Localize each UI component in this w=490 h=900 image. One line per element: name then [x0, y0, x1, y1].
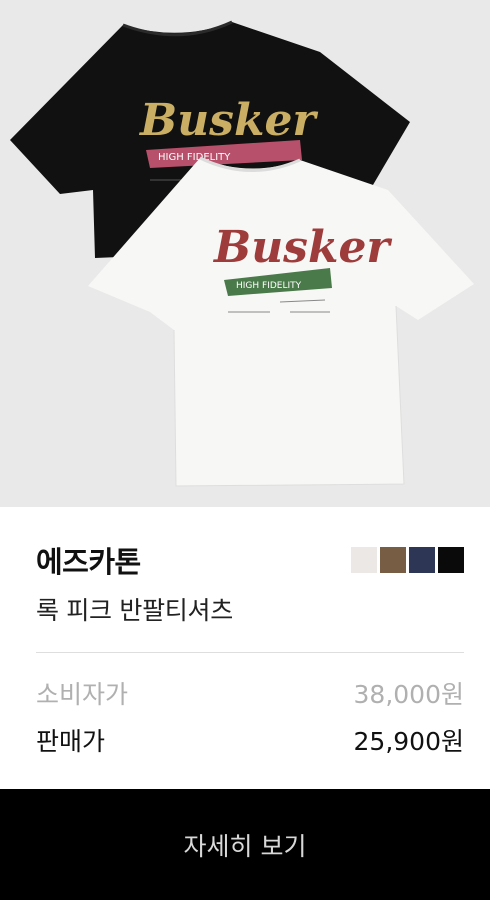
view-details-button[interactable]: 자세히 보기: [0, 789, 490, 900]
color-swatch-brown[interactable]: [380, 547, 406, 573]
color-swatch-navy[interactable]: [409, 547, 435, 573]
color-swatch-ivory[interactable]: [351, 547, 377, 573]
msrp-price: 38,000원: [353, 680, 464, 709]
product-info: 에즈카톤 록 피크 반팔티셔츠 소비자가 38,000원 판매가 25,900원: [0, 507, 490, 789]
product-name[interactable]: 록 피크 반팔티셔츠: [36, 591, 233, 627]
product-image[interactable]: Busker HIGH FIDELITY Busker HIGH FIDELIT…: [0, 0, 490, 507]
black-shirt-logo: Busker: [138, 95, 318, 146]
divider: [36, 652, 464, 653]
sale-price: 25,900원: [353, 727, 464, 756]
black-shirt-banner-text: HIGH FIDELITY: [158, 152, 231, 163]
brand-name[interactable]: 에즈카톤: [36, 539, 141, 581]
sale-price-label: 판매가: [36, 727, 106, 756]
color-swatch-black[interactable]: [438, 547, 464, 573]
white-shirt-logo: Busker: [212, 222, 392, 273]
white-shirt-banner-text: HIGH FIDELITY: [236, 281, 302, 291]
sale-price-row: 판매가 25,900원: [36, 722, 464, 758]
color-swatches: [351, 547, 464, 573]
msrp-row: 소비자가 38,000원: [36, 675, 464, 711]
tshirt-illustration: Busker HIGH FIDELITY Busker HIGH FIDELIT…: [10, 20, 474, 487]
product-card[interactable]: Busker HIGH FIDELITY Busker HIGH FIDELIT…: [0, 0, 490, 900]
msrp-label: 소비자가: [36, 680, 129, 709]
